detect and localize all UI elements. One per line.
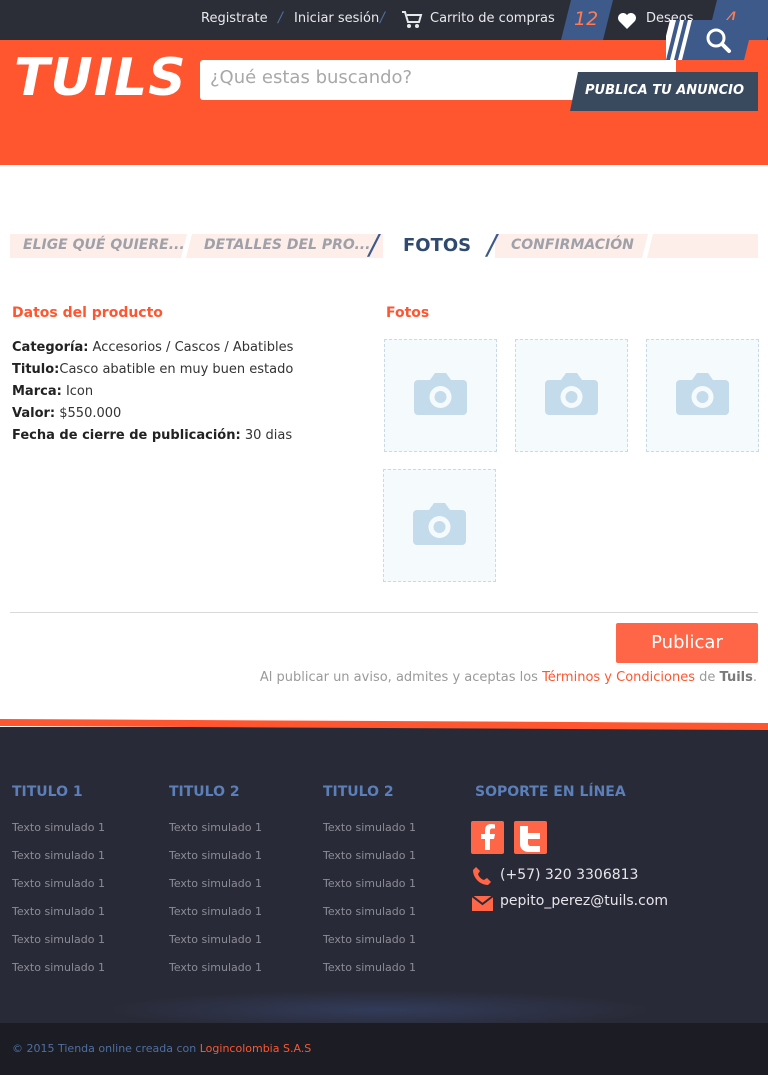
footer-support-title: SOPORTE EN LÍNEA xyxy=(475,784,626,800)
footer-link[interactable]: Texto simulado 1 xyxy=(323,961,416,974)
copyright-text: © 2015 Tienda online creada con Logincol… xyxy=(12,1042,312,1055)
heart-icon[interactable] xyxy=(617,12,637,34)
photo-slot-3[interactable] xyxy=(646,339,759,452)
terms-link[interactable]: Términos y Condiciones xyxy=(542,670,695,685)
footer-link[interactable]: Texto simulado 1 xyxy=(323,821,416,834)
camera-icon xyxy=(545,373,598,415)
footer-link[interactable]: Texto simulado 1 xyxy=(169,905,262,918)
camera-icon xyxy=(414,373,467,415)
facebook-icon[interactable] xyxy=(471,821,504,854)
footer-col3-title: TITULO 2 xyxy=(323,784,394,800)
footer-link[interactable]: Texto simulado 1 xyxy=(12,961,105,974)
cart-link[interactable]: Carrito de compras xyxy=(430,11,555,26)
brand-row: Marca: Icon xyxy=(12,384,94,399)
twitter-icon[interactable] xyxy=(514,821,547,854)
footer-link[interactable]: Texto simulado 1 xyxy=(169,849,262,862)
footer-link[interactable]: Texto simulado 1 xyxy=(323,877,416,890)
register-link[interactable]: Registrate xyxy=(201,11,268,26)
divider xyxy=(10,612,758,613)
price-row: Valor: $550.000 xyxy=(12,406,122,421)
step-choose[interactable]: ELIGE QUÉ QUIERE... xyxy=(23,237,185,253)
footer-link[interactable]: Texto simulado 1 xyxy=(12,933,105,946)
step-separator: / xyxy=(369,228,379,261)
photos-title: Fotos xyxy=(386,305,430,321)
step-details[interactable]: DETALLES DEL PRO... xyxy=(204,237,370,253)
product-data-title: Datos del producto xyxy=(12,305,163,321)
footer-link[interactable]: Texto simulado 1 xyxy=(169,877,262,890)
email-address[interactable]: pepito_perez@tuils.com xyxy=(500,893,668,909)
phone-number[interactable]: (+57) 320 3306813 xyxy=(500,867,638,883)
footer xyxy=(0,727,768,1023)
publish-button[interactable]: Publicar xyxy=(616,623,758,663)
cart-icon[interactable] xyxy=(401,10,423,34)
step-confirmation[interactable]: CONFIRMACIÓN xyxy=(511,237,634,253)
footer-col1-title: TITULO 1 xyxy=(12,784,83,800)
step-separator: / xyxy=(487,228,497,261)
separator: / xyxy=(278,10,283,26)
footer-link[interactable]: Texto simulado 1 xyxy=(323,849,416,862)
footer-link[interactable]: Texto simulado 1 xyxy=(12,849,105,862)
photo-slot-2[interactable] xyxy=(515,339,628,452)
title-row: Titulo:Casco abatible en muy buen estado xyxy=(12,362,294,377)
photo-slot-1[interactable] xyxy=(384,339,497,452)
cart-count: 12 xyxy=(574,8,599,30)
footer-col2-title: TITULO 2 xyxy=(169,784,240,800)
footer-link[interactable]: Texto simulado 1 xyxy=(169,933,262,946)
category-row: Categoría: Accesorios / Cascos / Abatibl… xyxy=(12,340,294,355)
footer-link[interactable]: Texto simulado 1 xyxy=(169,821,262,834)
terms-notice: Al publicar un aviso, admites y aceptas … xyxy=(259,670,757,685)
login-link[interactable]: Iniciar sesión xyxy=(294,11,379,26)
phone-icon xyxy=(472,866,492,890)
footer-link[interactable]: Texto simulado 1 xyxy=(323,933,416,946)
copyright-link[interactable]: Logincolombia S.A.S xyxy=(200,1042,312,1055)
email-icon xyxy=(471,895,494,915)
closing-date-row: Fecha de cierre de publicación: 30 dias xyxy=(12,428,293,443)
separator: / xyxy=(380,10,385,26)
footer-link[interactable]: Texto simulado 1 xyxy=(323,905,416,918)
search-button[interactable] xyxy=(666,20,754,60)
footer-link[interactable]: Texto simulado 1 xyxy=(169,961,262,974)
camera-icon xyxy=(413,503,466,545)
publish-ad-label: PUBLICA TU ANUNCIO xyxy=(585,83,744,98)
footer-link[interactable]: Texto simulado 1 xyxy=(12,905,105,918)
camera-icon xyxy=(676,373,729,415)
footer-link[interactable]: Texto simulado 1 xyxy=(12,821,105,834)
footer-link[interactable]: Texto simulado 1 xyxy=(12,877,105,890)
photo-slot-4[interactable] xyxy=(383,469,496,582)
logo[interactable]: TUILS xyxy=(14,48,187,108)
step-photos[interactable]: FOTOS xyxy=(403,235,471,256)
